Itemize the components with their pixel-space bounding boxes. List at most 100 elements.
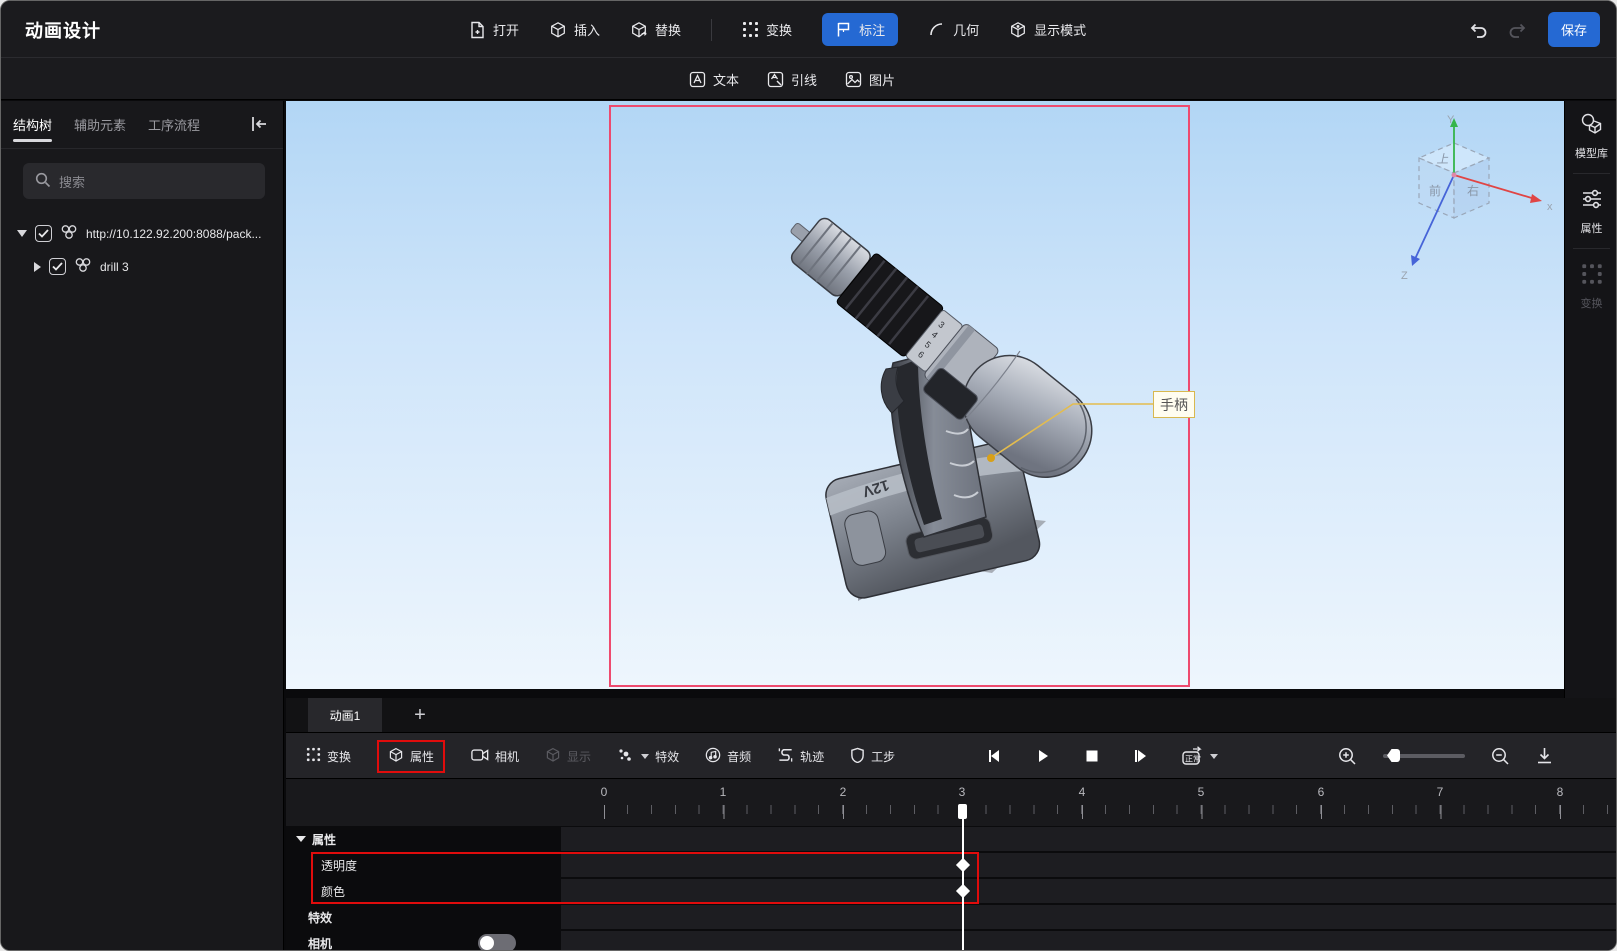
step-forward-button[interactable] <box>1132 748 1148 764</box>
save-button[interactable]: 保存 <box>1547 12 1600 47</box>
track-audio-button[interactable]: 音频 <box>705 747 751 766</box>
search-input[interactable]: 搜索 <box>23 163 265 199</box>
track-step-button[interactable]: 工步 <box>850 747 895 766</box>
stop-button[interactable] <box>1085 749 1099 763</box>
tab-structure-tree[interactable]: 结构树 <box>13 101 53 148</box>
viewcube-front-face-label[interactable]: 前 <box>1429 183 1441 198</box>
ruler-number: 8 <box>1556 785 1564 799</box>
annotation-sub-toolbar: 文本 引线 图片 <box>1 58 1616 100</box>
timeline-ruler[interactable]: 0 1 2 3 4 5 6 7 8 <box>286 778 1616 826</box>
annotate-button[interactable]: 标注 <box>822 13 899 46</box>
open-label: 打开 <box>493 23 520 38</box>
ruler-number: 7 <box>1436 785 1444 799</box>
menu-divider <box>711 18 713 41</box>
drill-checkbox[interactable] <box>49 258 66 275</box>
play-button[interactable] <box>1035 748 1051 764</box>
assembly-icon <box>60 224 78 243</box>
viewport-3d[interactable]: 12V 3 4 5 6 手柄 上 前 右 Y x Z <box>286 101 1564 689</box>
drill-model[interactable]: 12V 3 4 5 6 <box>286 101 1564 689</box>
timeline-toolbar: 变换 属性 相机 显示 特效 音频 轨迹 工步 正常 <box>286 732 1616 778</box>
track-display-button[interactable]: 显示 <box>545 747 591 766</box>
playback-speed-button[interactable]: 正常 <box>1181 746 1218 766</box>
animation-tab[interactable]: 动画1 <box>308 698 382 732</box>
track-lane[interactable] <box>561 879 1616 903</box>
zoom-slider-knob[interactable] <box>1387 749 1400 762</box>
insert-button[interactable]: 插入 <box>549 20 600 39</box>
row-camera-group[interactable]: 相机 <box>286 930 1616 950</box>
track-lane[interactable] <box>561 905 1616 929</box>
properties-panel-button[interactable]: 属性 <box>1565 176 1616 246</box>
track-lane[interactable] <box>561 853 1616 877</box>
zoom-out-button[interactable] <box>1491 747 1510 766</box>
replace-button[interactable]: 替换 <box>630 20 681 39</box>
annotation-label[interactable]: 手柄 <box>1153 391 1195 418</box>
geometry-button[interactable]: 几何 <box>928 20 979 39</box>
topbar-right: 保存 <box>1468 1 1600 58</box>
divider <box>1573 248 1610 249</box>
video-camera-icon <box>471 748 489 765</box>
annotate-label: 标注 <box>859 23 886 38</box>
text-icon <box>689 71 706 88</box>
image-tool-button[interactable]: 图片 <box>845 70 895 89</box>
timeline-zoom-slider[interactable] <box>1383 749 1465 762</box>
annotation-flag-icon <box>835 21 852 38</box>
cube-plus-icon <box>549 21 567 39</box>
export-button[interactable] <box>1536 747 1553 765</box>
add-animation-button[interactable]: + <box>406 701 434 729</box>
expand-caret-icon[interactable] <box>17 230 27 237</box>
viewcube-right-face-label[interactable]: 右 <box>1467 183 1479 198</box>
app-title: 动画设计 <box>25 21 101 41</box>
ruler-number: 3 <box>958 785 966 799</box>
track-properties-label: 属性 <box>410 749 435 764</box>
sparkle-icon <box>617 747 633 766</box>
zoom-in-button[interactable] <box>1338 747 1357 766</box>
geometry-label: 几何 <box>953 23 980 38</box>
transform-panel-button[interactable]: 变换 <box>1565 251 1616 321</box>
collapse-sidebar-icon[interactable] <box>249 115 269 138</box>
root-checkbox[interactable] <box>35 225 52 242</box>
tab-auxiliary-elements[interactable]: 辅助元素 <box>74 101 126 148</box>
row-properties-group[interactable]: 属性 <box>286 826 1616 852</box>
row-opacity[interactable]: 透明度 <box>286 852 1616 878</box>
track-effects-label: 特效 <box>655 749 680 764</box>
track-trajectory-button[interactable]: 轨迹 <box>777 747 824 765</box>
track-effects-button[interactable]: 特效 <box>617 747 679 766</box>
row-effects-group[interactable]: 特效 <box>286 904 1616 930</box>
transform-button[interactable]: 变换 <box>742 20 792 39</box>
group-expand-caret[interactable] <box>296 836 306 842</box>
trajectory-icon <box>777 747 794 765</box>
ruler-number: 2 <box>839 785 847 799</box>
row-color[interactable]: 颜色 <box>286 878 1616 904</box>
text-tool-button[interactable]: 文本 <box>689 70 739 89</box>
undo-button[interactable] <box>1468 21 1488 39</box>
redo-button[interactable] <box>1508 21 1528 39</box>
track-lane[interactable] <box>561 931 1616 950</box>
track-audio-label: 音频 <box>727 749 752 764</box>
row-effects-label: 特效 <box>308 910 333 925</box>
main-menu: 打开 插入 替换 变换 标注 几何 显示模式 <box>469 1 1086 58</box>
leader-tool-label: 引线 <box>791 72 818 88</box>
divider <box>1573 173 1610 174</box>
cube-icon <box>545 747 561 766</box>
step-backward-button[interactable] <box>986 748 1002 764</box>
open-button[interactable]: 打开 <box>469 20 519 39</box>
view-cube[interactable]: 上 前 右 Y x Z <box>1399 113 1564 288</box>
tab-process-flow[interactable]: 工序流程 <box>148 101 200 148</box>
speed-label: 正常 <box>1185 755 1201 764</box>
effects-dropdown-caret[interactable] <box>641 753 650 759</box>
open-file-icon <box>469 21 486 39</box>
leader-tool-button[interactable]: 引线 <box>767 70 817 89</box>
track-camera-button[interactable]: 相机 <box>471 748 519 765</box>
display-mode-button[interactable]: 显示模式 <box>1009 20 1086 39</box>
model-library-button[interactable]: 模型库 <box>1565 101 1616 171</box>
sliders-icon <box>1580 188 1604 215</box>
playhead-handle[interactable] <box>958 804 967 819</box>
track-lane[interactable] <box>561 827 1616 851</box>
tree-row-root[interactable]: http://10.122.92.200:8088/pack... <box>1 217 283 250</box>
camera-toggle[interactable] <box>478 934 517 950</box>
track-trajectory-label: 轨迹 <box>800 749 825 764</box>
track-transform-button[interactable]: 变换 <box>306 747 351 765</box>
tree-row-drill[interactable]: drill 3 <box>1 250 283 283</box>
track-properties-button[interactable]: 属性 <box>377 739 446 773</box>
collapsed-caret-icon[interactable] <box>34 261 41 272</box>
